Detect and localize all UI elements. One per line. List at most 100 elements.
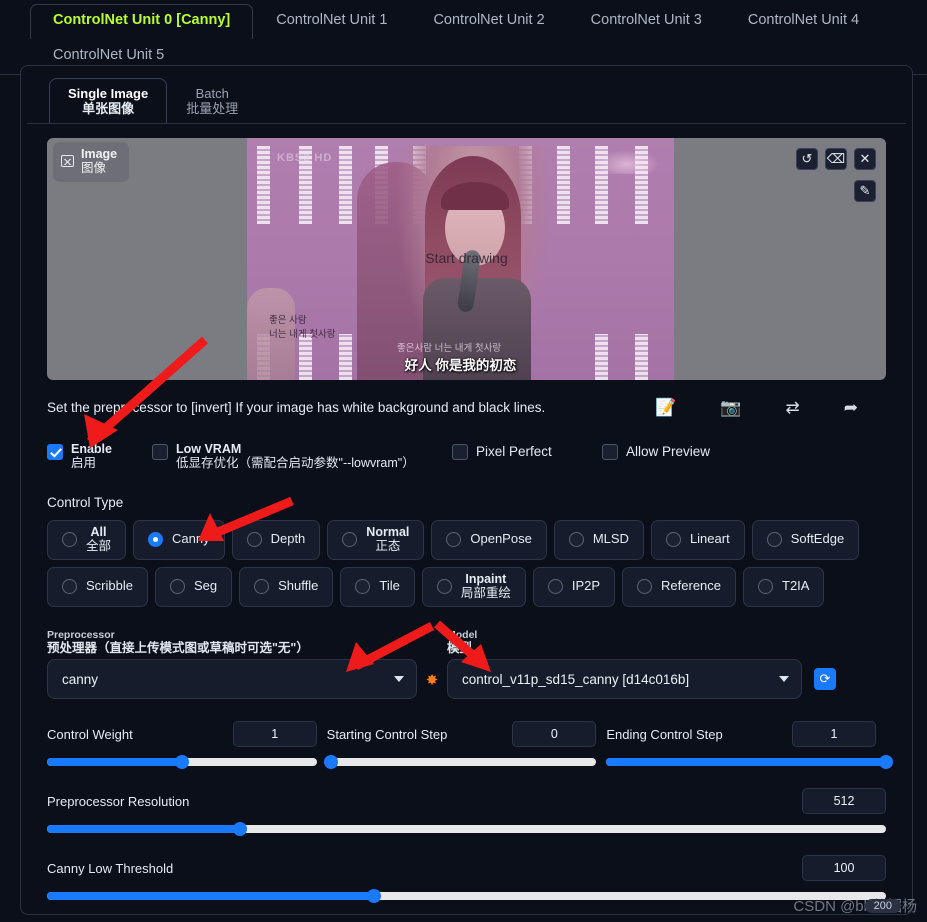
radio-seg[interactable] — [169, 579, 185, 595]
preproc-res-value[interactable]: 512 — [802, 788, 886, 815]
tooltip-badge: 200 — [864, 899, 901, 913]
preprocessor-select[interactable]: canny — [47, 659, 417, 700]
canny-low-thumb[interactable] — [367, 889, 382, 904]
radio-canny[interactable] — [148, 532, 164, 548]
slider-preprocessor-resolution: Preprocessor Resolution 512 — [47, 788, 886, 837]
radio-openpose[interactable] — [446, 532, 462, 548]
radio-softedge[interactable] — [766, 532, 782, 548]
radio-scribble[interactable] — [62, 579, 77, 595]
radio-normal[interactable] — [342, 532, 358, 548]
hint-row: Set the preprocessor to [invert] If your… — [47, 398, 886, 418]
show-logo — [594, 149, 660, 174]
ending-step-track[interactable] — [606, 755, 894, 770]
canny-low-value[interactable]: 100 — [802, 855, 886, 882]
starting-step-track[interactable] — [323, 755, 597, 770]
label-openpose: OpenPose — [470, 531, 532, 547]
label-tile: Tile — [379, 578, 400, 594]
checkbox-enable[interactable]: Enable 启用 — [47, 442, 152, 471]
control-type-lineart[interactable]: Lineart — [650, 519, 745, 560]
preprocessor-hint: Set the preprocessor to [invert] If your… — [47, 400, 546, 416]
enable-checkbox-box[interactable] — [47, 443, 63, 460]
preproc-res-track[interactable] — [47, 822, 886, 837]
send-arrow-icon[interactable]: ➦ — [844, 398, 858, 418]
label-softedge: SoftEdge — [790, 531, 845, 547]
checkbox-allow-preview[interactable]: Allow Preview — [602, 442, 710, 460]
refresh-icon[interactable]: ⟳ — [814, 668, 836, 691]
tab-batch[interactable]: Batch 批量处理 — [167, 78, 257, 123]
tab-single-image[interactable]: Single Image 单张图像 — [49, 78, 168, 123]
label-depth: Depth — [270, 531, 306, 547]
control-type-normal[interactable]: Normal 正态 — [327, 519, 425, 560]
control-weight-track[interactable] — [47, 755, 317, 770]
control-type-depth[interactable]: Depth — [231, 519, 321, 560]
control-type-reference[interactable]: Reference — [622, 566, 737, 607]
control-weight-thumb[interactable] — [174, 755, 189, 770]
radio-all[interactable] — [62, 532, 77, 548]
starting-step-thumb[interactable] — [323, 755, 338, 770]
low-vram-label-cn: 低显存优化（需配合启动参数"--lowvram"） — [176, 456, 415, 471]
control-type-shuffle[interactable]: Shuffle — [239, 566, 334, 607]
control-type-tile[interactable]: Tile — [340, 566, 415, 607]
control-type-title: Control Type — [47, 494, 124, 510]
control-type-ip2p[interactable]: IP2P — [532, 566, 616, 607]
edit-note-icon[interactable]: 📝 — [655, 398, 676, 418]
brush-icon[interactable]: ✎ — [854, 179, 876, 202]
model-select[interactable]: control_v11p_sd15_canny [d14c016b] — [447, 659, 802, 700]
radio-t2ia[interactable] — [758, 579, 774, 595]
control-type-mlsd[interactable]: MLSD — [553, 519, 644, 560]
radio-depth[interactable] — [246, 532, 262, 548]
control-type-scribble[interactable]: Scribble — [47, 566, 148, 607]
radio-shuffle[interactable] — [254, 579, 270, 595]
radio-inpaint[interactable] — [436, 579, 452, 595]
control-weight-value[interactable]: 1 — [232, 721, 317, 748]
control-type-canny[interactable]: Canny — [133, 519, 225, 560]
control-type-softedge[interactable]: SoftEdge — [751, 519, 860, 560]
image-tab-cn: 图像 — [81, 161, 107, 176]
controlnet-panel: ControlNet Unit 0 [Canny] ControlNet Uni… — [0, 0, 927, 922]
options-row: Enable 启用 Low VRAM 低显存优化（需配合启动参数"--lowvr… — [47, 442, 886, 471]
radio-reference[interactable] — [637, 579, 653, 595]
radio-ip2p[interactable] — [547, 579, 563, 595]
control-type-openpose[interactable]: OpenPose — [431, 519, 547, 560]
ending-step-thumb[interactable] — [879, 755, 894, 770]
swap-icon[interactable]: ⇄ — [786, 398, 800, 418]
tab-controlnet-unit-4[interactable]: ControlNet Unit 4 — [725, 4, 882, 39]
preprocessor-label-cn: 预处理器（直接上传模式图或草稿时可选"无"） — [47, 640, 309, 655]
chevron-down-icon — [779, 676, 789, 683]
control-type-seg[interactable]: Seg — [154, 566, 233, 607]
tab-controlnet-unit-1[interactable]: ControlNet Unit 1 — [253, 4, 410, 39]
tab-controlnet-unit-0[interactable]: ControlNet Unit 0 [Canny] — [30, 4, 254, 39]
tab-controlnet-unit-3[interactable]: ControlNet Unit 3 — [568, 4, 725, 39]
start-drawing-label[interactable]: Start drawing — [47, 250, 886, 266]
checkbox-low-vram[interactable]: Low VRAM 低显存优化（需配合启动参数"--lowvram"） — [152, 442, 452, 471]
channel-logo: KBS2 HD — [277, 151, 333, 164]
pixel-perfect-checkbox-box[interactable] — [452, 443, 468, 460]
camera-icon[interactable]: 📷 — [720, 398, 741, 418]
image-drop-area[interactable]: Image 图像 KBS2 HD 좋은 사람 너는 내게 첫사랑 좋은사람 너는… — [47, 137, 886, 380]
radio-lineart[interactable] — [665, 532, 681, 548]
image-toolbar: ↺ ⌫ ✕ — [796, 147, 876, 170]
label-ip2p: IP2P — [571, 578, 601, 594]
close-icon[interactable]: ✕ — [854, 147, 876, 170]
label-inpaint-cn: 局部重绘 — [460, 585, 511, 600]
label-all-cn: 全部 — [86, 538, 112, 553]
low-vram-checkbox-box[interactable] — [152, 443, 168, 460]
ending-step-value[interactable]: 1 — [792, 721, 877, 748]
preproc-res-thumb[interactable] — [232, 822, 247, 837]
radio-mlsd[interactable] — [568, 532, 584, 548]
control-weight-label: Control Weight — [47, 726, 133, 742]
control-type-all[interactable]: All 全部 — [47, 519, 127, 560]
checkbox-pixel-perfect[interactable]: Pixel Perfect — [452, 442, 602, 460]
starting-step-value[interactable]: 0 — [512, 721, 597, 748]
image-tab-label[interactable]: Image 图像 — [53, 141, 130, 182]
control-type-t2ia[interactable]: T2IA — [743, 566, 825, 607]
eraser-icon[interactable]: ⌫ — [825, 147, 847, 170]
tab-controlnet-unit-2[interactable]: ControlNet Unit 2 — [410, 4, 567, 39]
radio-tile[interactable] — [355, 579, 371, 595]
canny-low-track[interactable] — [47, 889, 886, 904]
undo-icon[interactable]: ↺ — [796, 147, 818, 170]
control-type-inpaint[interactable]: Inpaint 局部重绘 — [421, 566, 526, 607]
slider-control-weight: Control Weight 1 — [47, 721, 327, 770]
preproc-res-label: Preprocessor Resolution — [47, 793, 190, 809]
allow-preview-checkbox-box[interactable] — [602, 443, 618, 460]
